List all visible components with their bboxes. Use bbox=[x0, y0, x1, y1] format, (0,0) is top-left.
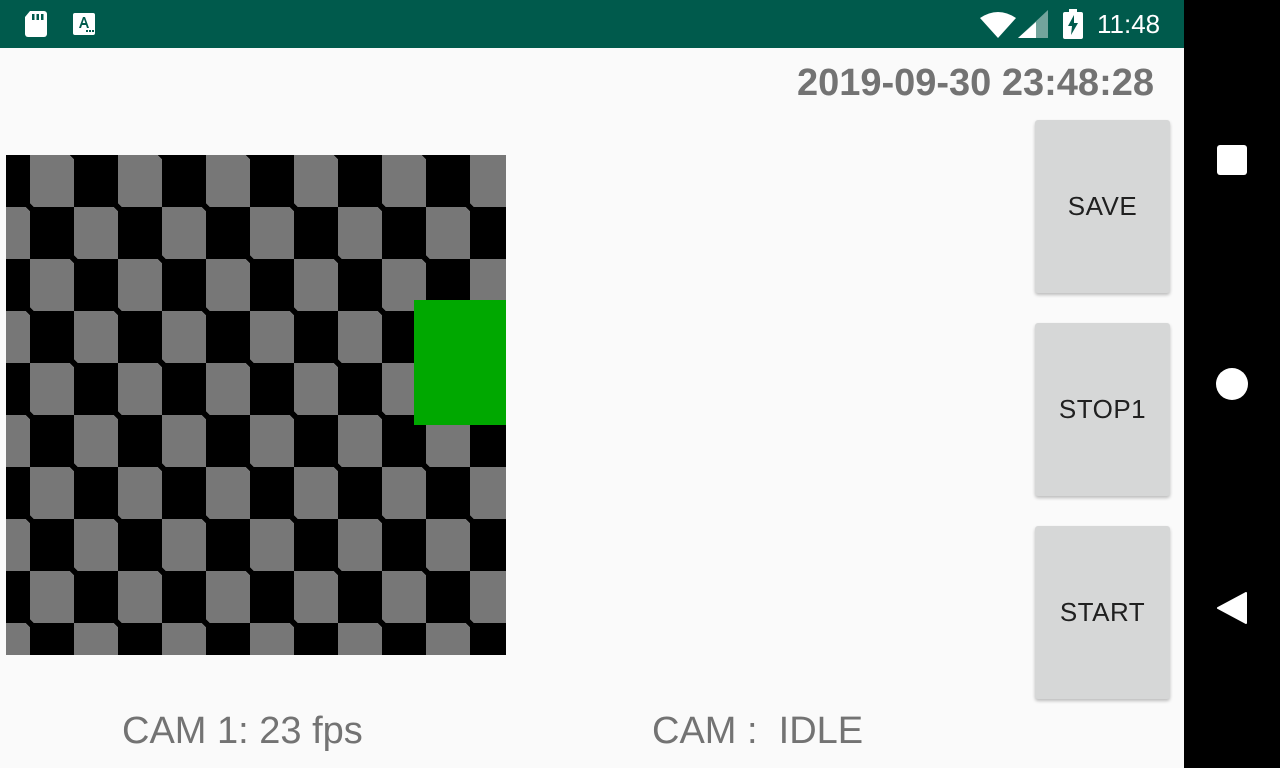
stop1-button[interactable]: STOP1 bbox=[1035, 323, 1170, 496]
text-a-icon bbox=[73, 13, 95, 35]
navigation-bar bbox=[1184, 0, 1280, 768]
battery-charging-icon bbox=[1063, 9, 1083, 39]
start-button[interactable]: START bbox=[1035, 526, 1170, 699]
recents-square-icon bbox=[1217, 145, 1247, 175]
detection-overlay bbox=[414, 300, 506, 425]
home-circle-icon bbox=[1216, 368, 1248, 400]
wifi-icon bbox=[980, 12, 1016, 38]
home-button[interactable] bbox=[1184, 336, 1280, 432]
save-button[interactable]: SAVE bbox=[1035, 120, 1170, 293]
back-button[interactable] bbox=[1184, 560, 1280, 656]
sd-card-icon bbox=[25, 11, 47, 37]
status-bar: 11:48 bbox=[0, 0, 1184, 48]
camera-preview bbox=[6, 155, 506, 655]
recents-button[interactable] bbox=[1184, 112, 1280, 208]
cell-signal-icon bbox=[1018, 10, 1048, 38]
cam-state-label: CAM : IDLE bbox=[652, 710, 864, 752]
status-time: 11:48 bbox=[1097, 9, 1161, 39]
datetime-label: 2019-09-30 23:48:28 bbox=[796, 62, 1154, 104]
back-triangle-icon bbox=[1217, 592, 1247, 624]
cam1-fps-label: CAM 1: 23 fps bbox=[122, 710, 363, 752]
